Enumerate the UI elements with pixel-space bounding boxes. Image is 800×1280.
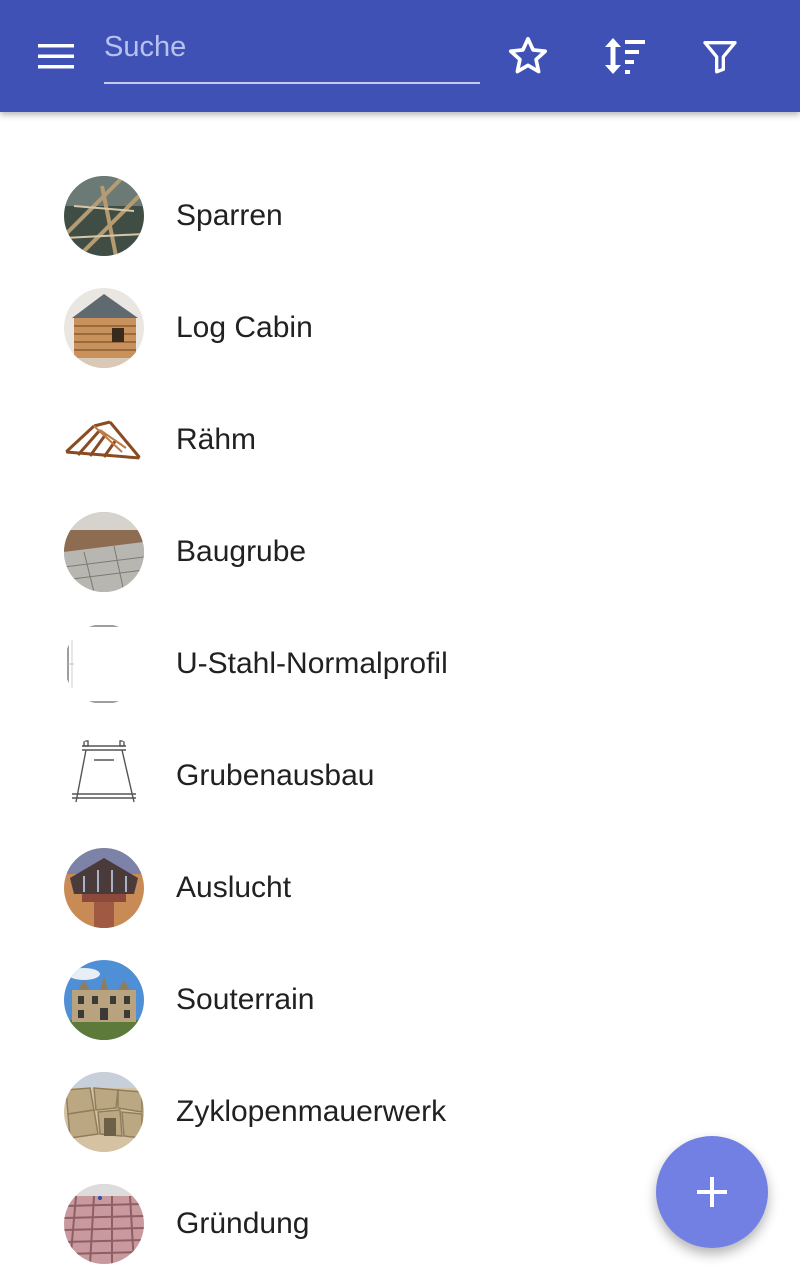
hamburger-menu-icon [38,44,74,69]
list-item[interactable]: Sparren [0,160,800,272]
article-list: Sparren Log Cabin Rähm Baugrube U-Stahl-… [0,160,800,1280]
add-button[interactable] [656,1136,768,1248]
foundation-site-photo [64,1184,144,1264]
list-item[interactable]: Baugrube [0,496,800,608]
favorites-button[interactable] [496,24,560,88]
star-outline-icon [508,36,548,74]
list-item-label: U-Stahl-Normalprofil [176,647,448,680]
list-item-label: Rähm [176,423,257,456]
menu-button[interactable] [24,24,88,88]
cyclopean-wall-photo [64,1072,144,1152]
manor-house-photo [64,960,144,1040]
list-item-label: Grubenausbau [176,759,375,792]
filter-icon [703,41,737,74]
oriel-photo [64,848,144,928]
list-item[interactable]: Grubenausbau [0,720,800,832]
sort-icon [605,38,645,74]
list-item[interactable]: U-Stahl-Normalprofil [0,608,800,720]
list-item[interactable]: Rähm [0,384,800,496]
search-input[interactable] [104,24,480,70]
log-cabin-photo [64,288,144,368]
app-bar [0,0,800,112]
list-item[interactable]: Souterrain [0,944,800,1056]
list-item-label: Zyklopenmauerwerk [176,1095,447,1128]
roof-frame-drawing [64,400,144,480]
list-item-label: Log Cabin [176,311,313,344]
search-field [104,24,480,84]
mine-support-sketch [64,736,144,816]
list-item-label: Auslucht [176,871,292,904]
excavation-pit-photo [64,512,144,592]
list-item-label: Gründung [176,1207,310,1240]
list-item-label: Sparren [176,199,283,232]
list-item[interactable]: Log Cabin [0,272,800,384]
filter-button[interactable] [688,24,752,88]
u-steel-profile-drawing [64,624,144,704]
sort-button[interactable] [592,24,656,88]
add-icon [697,1177,727,1207]
list-item-label: Baugrube [176,535,307,568]
list-item[interactable]: Auslucht [0,832,800,944]
list-item-label: Souterrain [176,983,315,1016]
rafters-photo [64,176,144,256]
